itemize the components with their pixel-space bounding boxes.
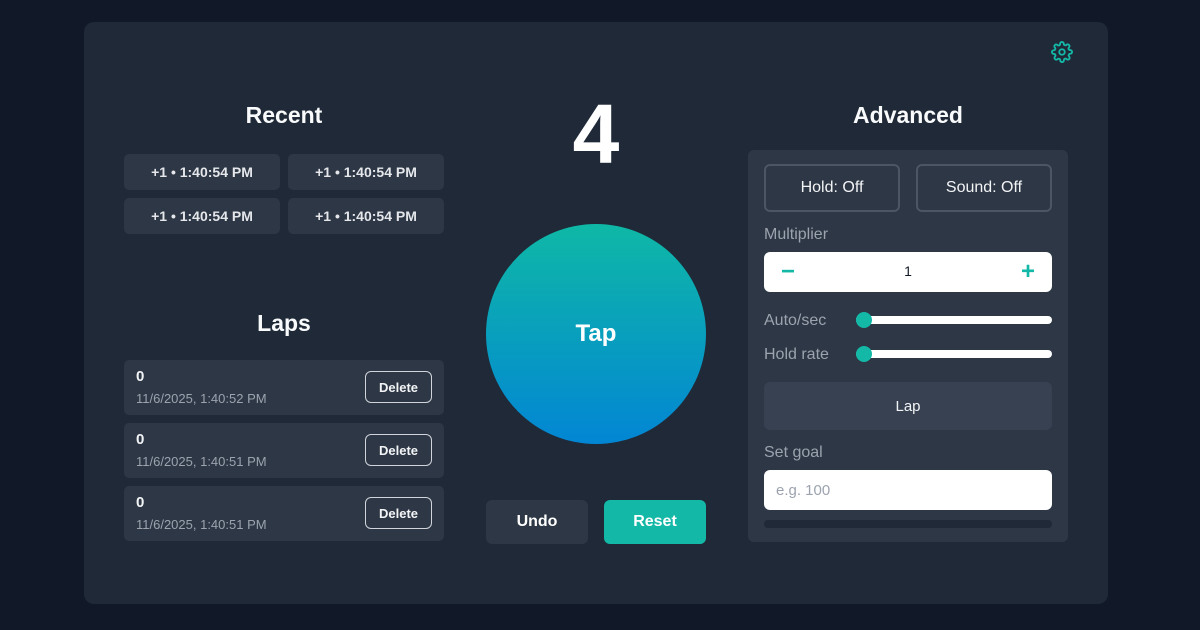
lap-item: 0 11/6/2025, 1:40:51 PM Delete: [124, 486, 444, 541]
recent-item: +1 • 1:40:54 PM: [124, 154, 280, 190]
hold-toggle-button[interactable]: Hold: Off: [764, 164, 900, 212]
undo-button[interactable]: Undo: [486, 500, 588, 544]
lap-item: 0 11/6/2025, 1:40:51 PM Delete: [124, 423, 444, 478]
recent-item: +1 • 1:40:54 PM: [124, 198, 280, 234]
counter-card: Recent +1 • 1:40:54 PM +1 • 1:40:54 PM +…: [84, 22, 1108, 604]
sound-toggle-button[interactable]: Sound: Off: [916, 164, 1052, 212]
goal-progress-bar: [764, 520, 1052, 528]
recent-title: Recent: [245, 102, 323, 128]
multiplier-value[interactable]: 1: [824, 263, 992, 279]
multiplier-stepper: − 1 +: [764, 252, 1052, 292]
laps-title: Laps: [257, 310, 311, 336]
goal-input[interactable]: [764, 470, 1052, 510]
delete-lap-button[interactable]: Delete: [365, 434, 432, 466]
lap-value: 0: [136, 494, 145, 511]
holdrate-slider-thumb[interactable]: [856, 346, 872, 362]
holdrate-slider[interactable]: [856, 346, 1052, 362]
advanced-title: Advanced: [853, 102, 963, 128]
autosec-slider[interactable]: [856, 312, 1052, 328]
lap-item: 0 11/6/2025, 1:40:52 PM Delete: [124, 360, 444, 415]
autosec-slider-thumb[interactable]: [856, 312, 872, 328]
recent-item: +1 • 1:40:54 PM: [288, 154, 444, 190]
gear-icon: [1051, 41, 1073, 63]
multiplier-increment-button[interactable]: +: [1004, 252, 1052, 292]
settings-button[interactable]: [1050, 40, 1074, 64]
lap-timestamp: 11/6/2025, 1:40:51 PM: [136, 517, 267, 532]
lap-timestamp: 11/6/2025, 1:40:52 PM: [136, 391, 267, 406]
reset-button[interactable]: Reset: [604, 500, 706, 544]
recent-list: +1 • 1:40:54 PM +1 • 1:40:54 PM +1 • 1:4…: [124, 154, 444, 234]
lap-value: 0: [136, 368, 145, 385]
multiplier-decrement-button[interactable]: −: [764, 252, 812, 292]
delete-lap-button[interactable]: Delete: [365, 497, 432, 529]
delete-lap-button[interactable]: Delete: [365, 371, 432, 403]
goal-label: Set goal: [764, 444, 823, 461]
tap-button[interactable]: Tap: [486, 224, 706, 444]
recent-item: +1 • 1:40:54 PM: [288, 198, 444, 234]
autosec-label: Auto/sec: [764, 312, 827, 329]
count-display: 4: [572, 87, 620, 181]
multiplier-label: Multiplier: [764, 226, 829, 243]
holdrate-label: Hold rate: [764, 346, 829, 363]
lap-button[interactable]: Lap: [764, 382, 1052, 430]
laps-list: 0 11/6/2025, 1:40:52 PM Delete 0 11/6/20…: [124, 360, 444, 549]
lap-value: 0: [136, 431, 145, 448]
advanced-panel: Hold: Off Sound: Off Multiplier − 1 + Au…: [748, 150, 1068, 542]
lap-timestamp: 11/6/2025, 1:40:51 PM: [136, 454, 267, 469]
